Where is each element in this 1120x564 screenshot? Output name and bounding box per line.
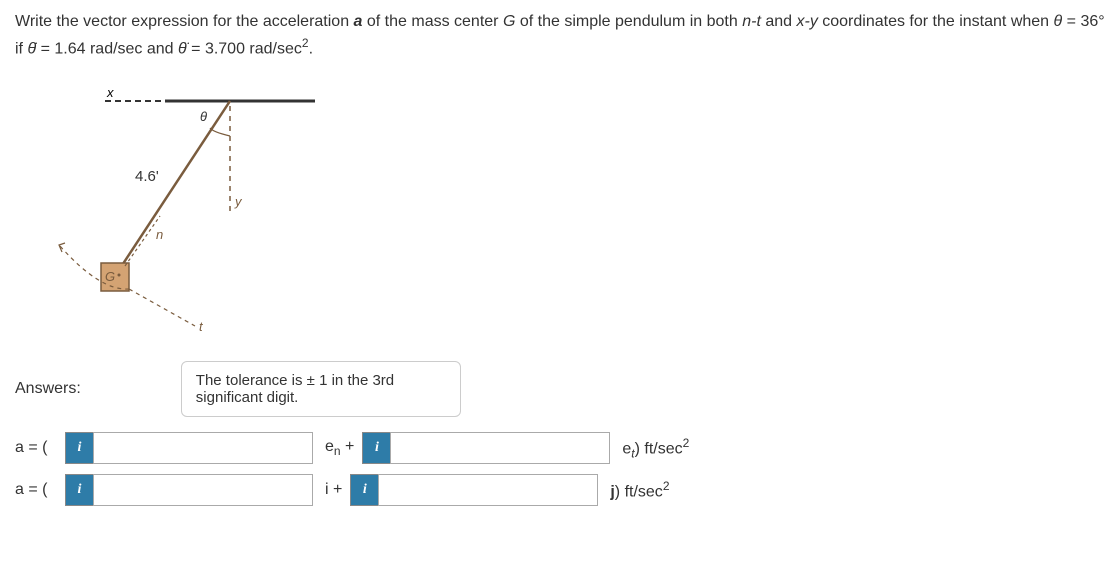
et-input[interactable] — [390, 432, 610, 464]
length-label: 4.6' — [135, 168, 159, 185]
row1-connector: en + — [325, 438, 354, 458]
row1-prefix: a = ( — [15, 439, 65, 457]
row2-prefix: a = ( — [15, 481, 65, 499]
en-input[interactable] — [93, 432, 313, 464]
question-text: Write the vector expression for the acce… — [15, 10, 1105, 61]
info-icon: i — [65, 474, 93, 506]
info-icon: i — [350, 474, 378, 506]
g-label: G — [105, 269, 115, 284]
pendulum-diagram: x y θ 4.6' G n t — [35, 81, 315, 341]
tolerance-note: The tolerance is ± 1 in the 3rd signific… — [181, 361, 461, 417]
row1-unit: et) ft/sec2 — [622, 436, 689, 461]
answers-label: Answers: — [15, 380, 81, 398]
t-label: t — [199, 319, 204, 334]
i-input[interactable] — [93, 474, 313, 506]
theta-label: θ — [200, 109, 207, 124]
row2-connector: i + — [325, 481, 342, 499]
info-icon: i — [65, 432, 93, 464]
j-input[interactable] — [378, 474, 598, 506]
y-label: y — [234, 194, 243, 209]
x-label: x — [106, 85, 114, 100]
answer-row-xy: a = ( i i + i j) ft/sec2 — [15, 474, 1105, 506]
info-icon: i — [362, 432, 390, 464]
n-label: n — [156, 227, 163, 242]
row2-unit: j) ft/sec2 — [610, 479, 669, 501]
answer-row-nt: a = ( i en + i et) ft/sec2 — [15, 432, 1105, 464]
